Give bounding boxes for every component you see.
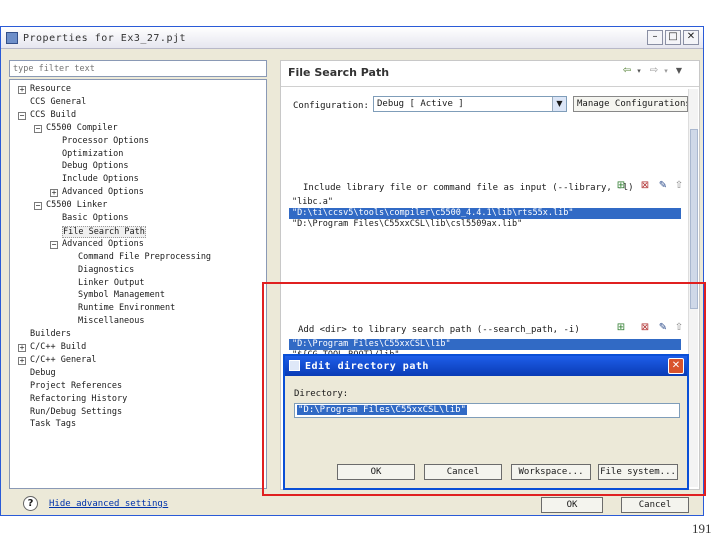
tree-item[interactable]: CCS Build [30,110,76,122]
tree-item[interactable]: Runtime Environment [78,303,175,315]
highlight-box [262,282,706,496]
header-separator [281,86,699,87]
expand-icon[interactable]: + [50,189,58,198]
page-number: 191 [692,521,712,536]
forward-arrow-icon[interactable]: ⇨ [648,65,660,77]
close-button[interactable]: ✕ [683,30,699,45]
collapse-icon[interactable]: − [18,111,26,120]
tree-item[interactable]: Command File Preprocessing [78,252,211,264]
collapse-icon[interactable]: − [50,240,58,249]
tree-item[interactable]: Include Options [62,174,139,186]
filter-input[interactable] [9,60,267,77]
forward-dropdown-icon[interactable]: ▾ [660,65,672,77]
tree-item[interactable]: Basic Options [62,213,129,225]
view-menu-icon[interactable]: ▼ [673,65,685,77]
configuration-label: Configuration: [293,101,369,111]
tree-item[interactable]: Run/Debug Settings [30,407,122,419]
delete-icon[interactable]: ⊠ [639,180,651,192]
collapse-icon[interactable]: − [34,202,42,211]
tree-item[interactable]: CCS General [30,97,86,109]
tree-item[interactable]: C/C++ General [30,355,97,367]
tree-item[interactable]: C5500 Linker [46,200,107,212]
collapse-icon[interactable]: − [34,124,42,133]
hide-advanced-settings-link[interactable]: Hide advanced settings [49,499,168,509]
chevron-down-icon[interactable]: ▼ [552,97,566,111]
tree-item[interactable]: File Search Path [62,225,146,238]
tree-item[interactable]: Symbol Management [78,290,165,302]
tree-item[interactable]: Resource [30,84,71,96]
minimize-button[interactable]: – [647,30,663,45]
move-up-icon[interactable]: ⇧ [673,180,685,192]
back-arrow-icon[interactable]: ⇦ [621,65,633,77]
tree-item[interactable]: Builders [30,329,71,341]
tree-item[interactable]: Advanced Options [62,239,144,251]
tree-item[interactable]: Refactoring History [30,394,127,406]
expand-icon[interactable]: + [18,344,26,352]
tree-item[interactable]: Miscellaneous [78,316,145,328]
add-icon[interactable]: ⊞ [615,180,627,192]
tree-item[interactable]: C/C++ Build [30,342,86,354]
window-titlebar[interactable]: Properties for Ex3_27.pjt – □ ✕ [1,27,703,49]
tree-item[interactable]: Optimization [62,149,123,161]
list-item[interactable]: "D:\Program Files\C55xxCSL\lib\csl5509ax… [289,219,681,230]
maximize-button[interactable]: □ [665,30,681,45]
tree-item[interactable]: Project References [30,381,122,393]
property-tree: + Resource CCS General − CCS Build − C5500 Com… [9,79,267,489]
help-icon[interactable]: ? [23,496,38,511]
tree-item[interactable]: Debug [30,368,56,380]
window-title: Properties for Ex3_27.pjt [23,33,187,44]
ok-button[interactable]: OK [541,497,603,513]
list-item[interactable]: "libc.a" [289,197,681,208]
configuration-value: Debug [ Active ] [377,99,464,109]
tree-item[interactable]: Debug Options [62,161,129,173]
page-title: File Search Path [288,66,390,79]
list-item[interactable]: "D:\ti\ccsv5\tools\compiler\c5500_4.4.1\… [289,208,681,219]
tree-item[interactable]: Processor Options [62,136,149,148]
library-group-header: Include library file or command file as … [303,183,634,193]
tree-item[interactable]: C5500 Compiler [46,123,118,135]
expand-icon[interactable]: + [18,356,26,365]
tree-item[interactable]: Task Tags [30,419,76,431]
cancel-button[interactable]: Cancel [621,497,689,513]
tree-item[interactable]: Advanced Options [62,187,144,199]
edit-icon[interactable]: ✎ [657,180,669,192]
expand-icon[interactable]: + [18,86,26,94]
manage-configurations-button[interactable]: Manage Configurations... [573,96,688,112]
configuration-select[interactable]: Debug [ Active ] ▼ [373,96,567,112]
tree-item[interactable]: Diagnostics [78,265,134,277]
back-dropdown-icon[interactable]: ▾ [633,65,645,77]
app-icon [6,32,18,44]
tree-item[interactable]: Linker Output [78,278,145,290]
